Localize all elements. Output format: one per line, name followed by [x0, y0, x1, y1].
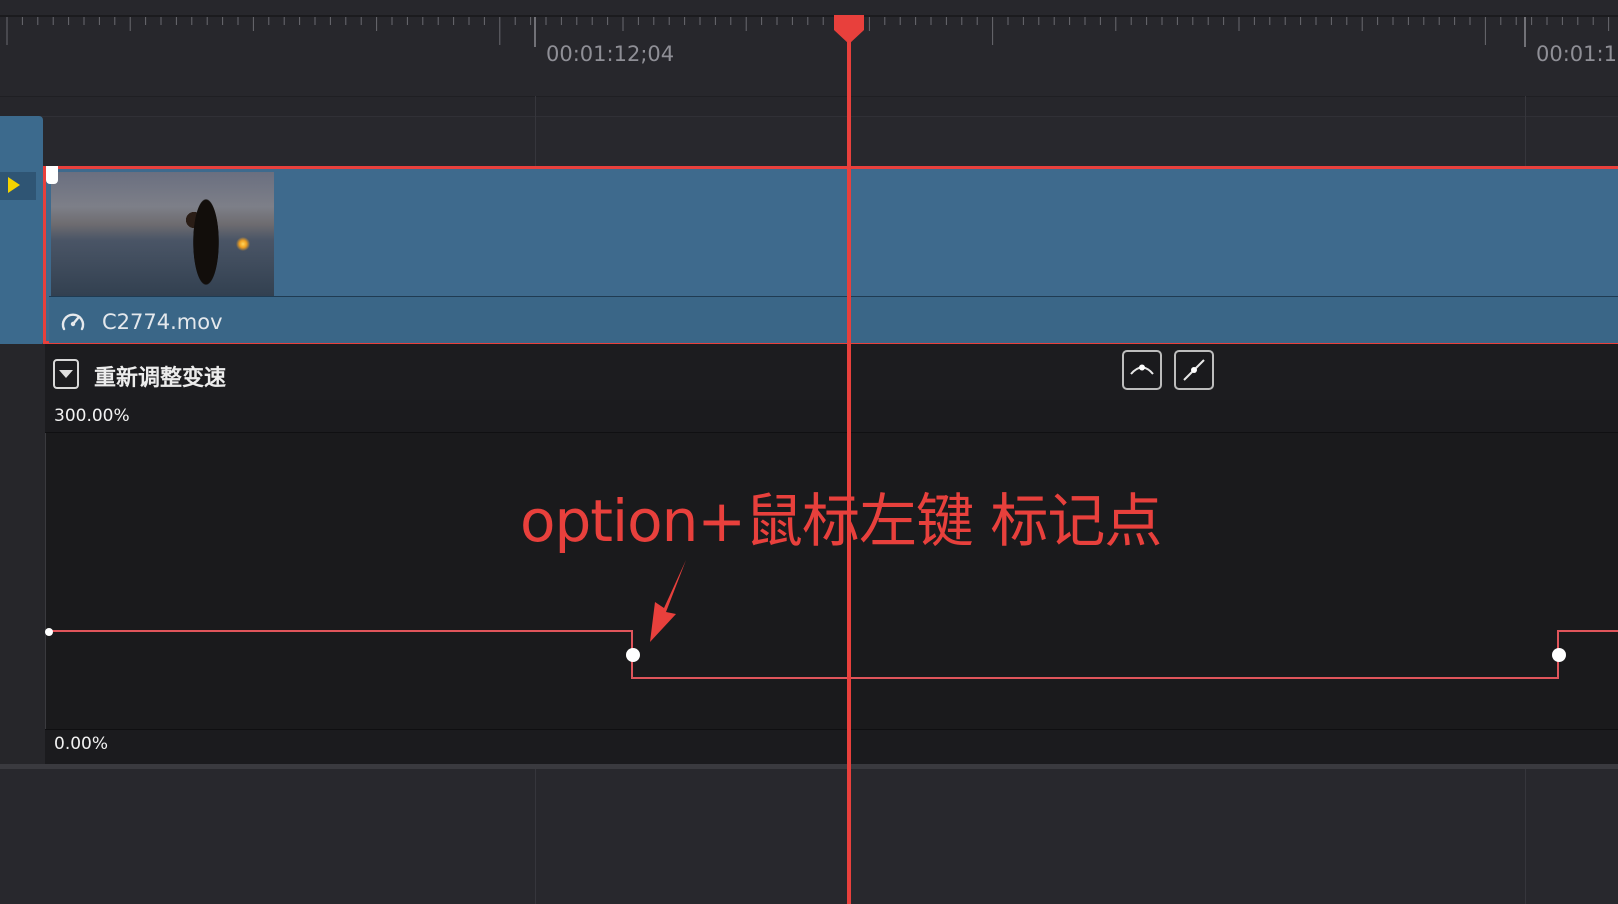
speed-gauge-icon[interactable] — [60, 309, 86, 335]
clip-name: C2774.mov — [102, 310, 223, 334]
ruler-ticks — [6, 17, 1610, 47]
grid-line — [535, 96, 536, 166]
timecode-label: 00:01:12;04 — [546, 42, 675, 66]
ease-curve-button[interactable] — [1122, 350, 1162, 390]
speed-min-row — [45, 729, 1618, 764]
clip-trim-handle[interactable] — [46, 166, 58, 184]
retime-header — [45, 344, 1618, 401]
grid-line — [535, 769, 536, 904]
linear-curve-button[interactable] — [1174, 350, 1214, 390]
previous-clip[interactable] — [0, 116, 43, 346]
grid-line — [1525, 96, 1526, 166]
speed-max-label: 300.00% — [54, 406, 130, 426]
timecode-label: 00:01:18 — [1536, 42, 1618, 66]
panel-gutter — [0, 344, 45, 764]
clip-name-band — [49, 296, 1618, 343]
lower-track[interactable] — [0, 769, 1618, 904]
annotation-text: option+鼠标左键 标记点 — [520, 487, 1162, 555]
retime-title: 重新调整变速 — [94, 366, 227, 391]
playhead-line[interactable] — [847, 28, 851, 904]
track-spacer — [0, 96, 1618, 117]
clip-thumbnail — [51, 172, 274, 296]
ease-curve-icon — [1130, 364, 1154, 375]
speed-min-label: 0.00% — [54, 734, 109, 754]
play-marker-icon — [8, 177, 20, 193]
chevron-down-icon — [59, 370, 73, 378]
linear-curve-icon — [1183, 359, 1205, 381]
grid-line — [1525, 769, 1526, 904]
speed-max-row — [45, 400, 1618, 433]
empty-track[interactable] — [0, 116, 1618, 167]
